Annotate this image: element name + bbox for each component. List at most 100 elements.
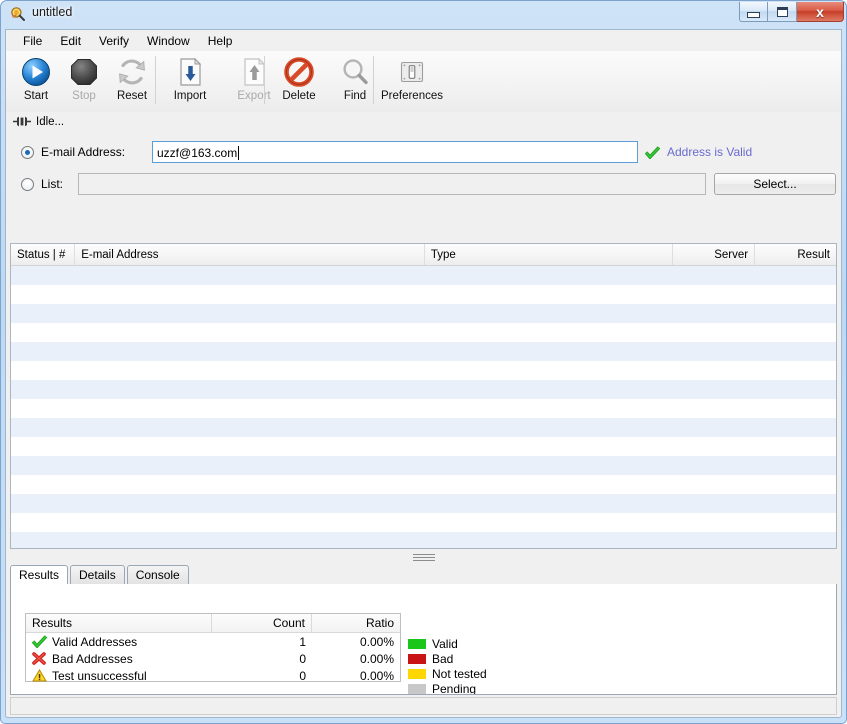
list-radio[interactable] [21,177,34,191]
list-row: List: Select... [6,173,841,195]
column-header-status[interactable]: Status | # [11,244,76,265]
legend-label-valid: Valid [432,636,458,651]
email-list-body[interactable] [11,266,836,548]
email-input[interactable]: uzzf@163.com [152,141,638,163]
reset-label: Reset [116,90,148,102]
play-circle-icon [20,56,52,88]
start-button[interactable]: Start [12,51,60,110]
table-row[interactable] [11,456,836,475]
menu-item-edit[interactable]: Edit [51,32,90,50]
menu-item-file[interactable]: File [14,32,51,50]
legend-label-bad: Bad [432,651,454,666]
results-row-bad-label: Bad Addresses [52,651,133,666]
results-row-bad-count: 0 [299,651,306,666]
table-row[interactable] [11,532,836,548]
toolbar-separator-2 [264,56,265,104]
status-strip: Idle... [6,112,841,132]
window-controls: x [739,2,844,24]
table-row[interactable] [11,494,836,513]
email-list-header: Status | # E-mail Address Type Server Re… [11,244,836,266]
import-button[interactable]: Import [158,51,222,110]
results-col-ratio: Ratio [365,616,394,630]
toolbar: Start Stop Reset Import Export Delete Fi… [6,51,841,113]
horizontal-splitter[interactable] [10,550,837,564]
column-header-result[interactable]: Result [755,244,836,265]
reset-button[interactable]: Reset [108,51,156,110]
menu-item-verify[interactable]: Verify [90,32,138,50]
results-row-valid: Valid Addresses 1 0.00% [26,633,400,650]
column-header-server[interactable]: Server [673,244,756,265]
table-row[interactable] [11,285,836,304]
results-summary-table: Results Count Ratio Valid Addresses 1 0.… [25,613,401,684]
client-area: File Edit Verify Window Help Start Stop … [5,29,842,718]
delete-forbidden-icon [283,56,315,88]
input-section: E-mail Address: uzzf@163.com Address is … [6,131,841,241]
email-list-table[interactable]: Status | # E-mail Address Type Server Re… [10,243,837,549]
bottom-panel: Results Details Console Results Count Ra… [10,564,837,695]
table-row[interactable] [11,418,836,437]
status-strip-text: Idle... [36,115,65,128]
import-down-arrow-icon [174,56,206,88]
table-row[interactable] [11,266,836,285]
maximize-icon [776,6,788,17]
tab-details[interactable]: Details [70,565,125,584]
text-caret [238,146,240,160]
chart-legend: Valid Bad Not tested Pending [408,636,487,694]
bottom-status-bar [10,697,837,715]
tab-results[interactable]: Results [10,565,69,585]
green-check-icon [32,635,47,649]
application-window: untitled x File Edit Verify Window Help [0,0,847,724]
results-row-unsuccessful-count: 0 [299,668,306,683]
select-button-label: Select... [753,177,797,191]
table-row[interactable] [11,342,836,361]
menu-item-help[interactable]: Help [199,32,242,50]
close-button[interactable]: x [797,2,844,22]
preferences-switch-icon [396,56,428,88]
splitter-grip-icon [412,553,435,561]
maximize-button[interactable] [768,2,797,22]
preferences-label: Preferences [380,90,443,102]
results-row-unsuccessful-ratio: 0.00% [359,668,394,683]
green-check-icon [645,145,660,159]
stop-button: Stop [60,51,108,110]
results-row-bad: Bad Addresses 0 0.00% [26,650,400,667]
yellow-warning-icon [32,669,47,683]
results-row-unsuccessful: Test unsuccessful 0 0.00% [26,667,400,684]
table-row[interactable] [11,475,836,494]
table-row[interactable] [11,323,836,342]
red-cross-icon [32,652,47,666]
import-label: Import [173,90,207,102]
legend-swatch-pending [408,683,426,694]
preferences-button[interactable]: Preferences [376,51,448,110]
results-tab-content: Results Count Ratio Valid Addresses 1 0.… [10,584,837,695]
results-col-name: Results [26,614,212,632]
title-bar: untitled x [1,1,847,28]
minimize-icon [747,11,760,18]
email-address-label: E-mail Address: [41,145,126,159]
table-row[interactable] [11,513,836,532]
table-row[interactable] [11,437,836,456]
legend-swatch-not-tested [408,668,426,679]
table-row[interactable] [11,361,836,380]
column-header-type[interactable]: Type [425,244,674,265]
legend-item-not-tested: Not tested [408,666,487,681]
results-row-bad-ratio: 0.00% [359,651,394,666]
results-row-unsuccessful-label: Test unsuccessful [52,668,147,683]
select-button[interactable]: Select... [714,173,836,195]
menu-item-window[interactable]: Window [138,32,199,50]
legend-item-valid: Valid [408,636,487,651]
results-row-valid-count: 1 [299,634,306,649]
column-header-email[interactable]: E-mail Address [75,244,425,265]
delete-button[interactable]: Delete [267,51,331,110]
minimize-button[interactable] [739,2,768,22]
legend-swatch-bad [408,653,426,664]
tab-console[interactable]: Console [126,565,189,584]
export-up-arrow-icon [238,56,270,88]
table-row[interactable] [11,399,836,418]
list-input[interactable] [78,173,706,195]
table-row[interactable] [11,304,836,323]
find-magnifier-icon [339,56,371,88]
email-address-radio[interactable] [21,145,34,159]
table-row[interactable] [11,380,836,399]
find-label: Find [343,90,367,102]
